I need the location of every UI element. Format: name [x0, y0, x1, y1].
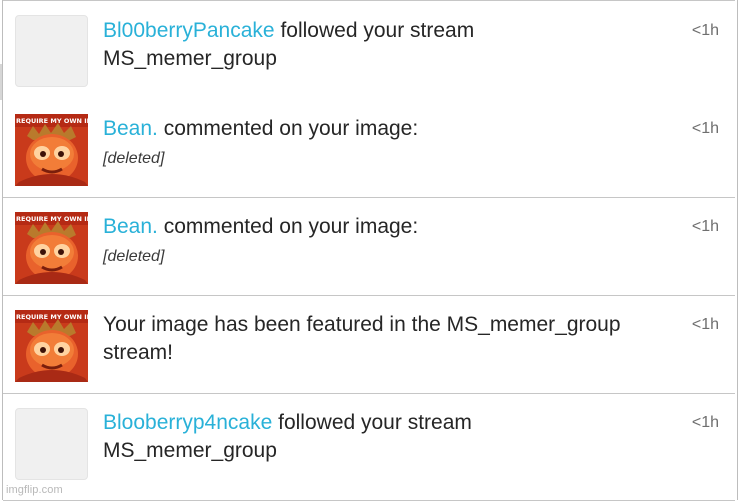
comment-text: [deleted]	[103, 150, 165, 167]
notification-time: <1h	[691, 218, 719, 235]
image-thumbnail[interactable]: REQUIRE MY OWN IMPOSTE	[15, 114, 88, 186]
thumbnail-caption: REQUIRE MY OWN IMPOSTE	[16, 215, 88, 223]
notification-message: Blooberryp4ncake followed your stream MS…	[103, 409, 663, 465]
thumbnail-caption: REQUIRE MY OWN IMPOSTE	[16, 313, 88, 321]
notification-time: <1h	[691, 316, 719, 333]
featured-message-line-2: stream!	[103, 341, 174, 364]
notification-action: commented on your image:	[163, 215, 419, 238]
meme-thumbnail-icon: REQUIRE MY OWN IMPOSTE	[15, 114, 88, 186]
notification-message: Bean. commented on your image: [deleted]	[103, 213, 663, 267]
notification-message: Bl00berryPancake followed your stream MS…	[103, 17, 663, 73]
imgflip-watermark: imgflip.com	[6, 484, 63, 496]
username-link[interactable]: Bl00berryPancake	[103, 19, 275, 42]
notification-list: Bl00berryPancake followed your stream MS…	[2, 0, 738, 501]
notification-message: Your image has been featured in the MS_m…	[103, 311, 663, 367]
thumbnail-caption: REQUIRE MY OWN IMPOSTE	[16, 117, 88, 125]
notification-row[interactable]: REQUIRE MY OWN IMPOSTE Bean. commented o…	[3, 100, 735, 198]
image-thumbnail[interactable]: REQUIRE MY OWN IMPOSTE	[15, 310, 88, 382]
notification-action: followed your stream	[278, 411, 472, 434]
meme-thumbnail-icon: REQUIRE MY OWN IMPOSTE	[15, 212, 88, 284]
notification-message: Bean. commented on your image: [deleted]	[103, 115, 663, 169]
notification-row[interactable]: REQUIRE MY OWN IMPOSTE Bean. commented o…	[3, 198, 735, 296]
user-avatar-placeholder[interactable]	[15, 15, 88, 87]
notification-time: <1h	[691, 120, 719, 137]
username-link[interactable]: Bean.	[103, 117, 158, 140]
notification-time: <1h	[691, 22, 719, 39]
notification-row[interactable]: REQUIRE MY OWN IMPOSTE Your image has be…	[3, 296, 735, 394]
user-avatar-placeholder[interactable]	[15, 408, 88, 480]
username-link[interactable]: Bean.	[103, 215, 158, 238]
notification-row[interactable]: Blooberryp4ncake followed your stream MS…	[3, 394, 735, 501]
notification-row[interactable]: Bl00berryPancake followed your stream MS…	[3, 0, 735, 102]
username-link[interactable]: Blooberryp4ncake	[103, 411, 272, 434]
comment-text: [deleted]	[103, 248, 165, 265]
featured-message-line-1: Your image has been featured in the MS_m…	[103, 313, 621, 336]
notification-action: followed your stream	[280, 19, 475, 42]
image-thumbnail[interactable]: REQUIRE MY OWN IMPOSTE	[15, 212, 88, 284]
notification-time: <1h	[691, 414, 719, 431]
notification-action: commented on your image:	[163, 117, 419, 140]
stream-name: MS_memer_group	[103, 47, 277, 70]
stream-name: MS_memer_group	[103, 439, 277, 462]
meme-thumbnail-icon: REQUIRE MY OWN IMPOSTE	[15, 310, 88, 382]
